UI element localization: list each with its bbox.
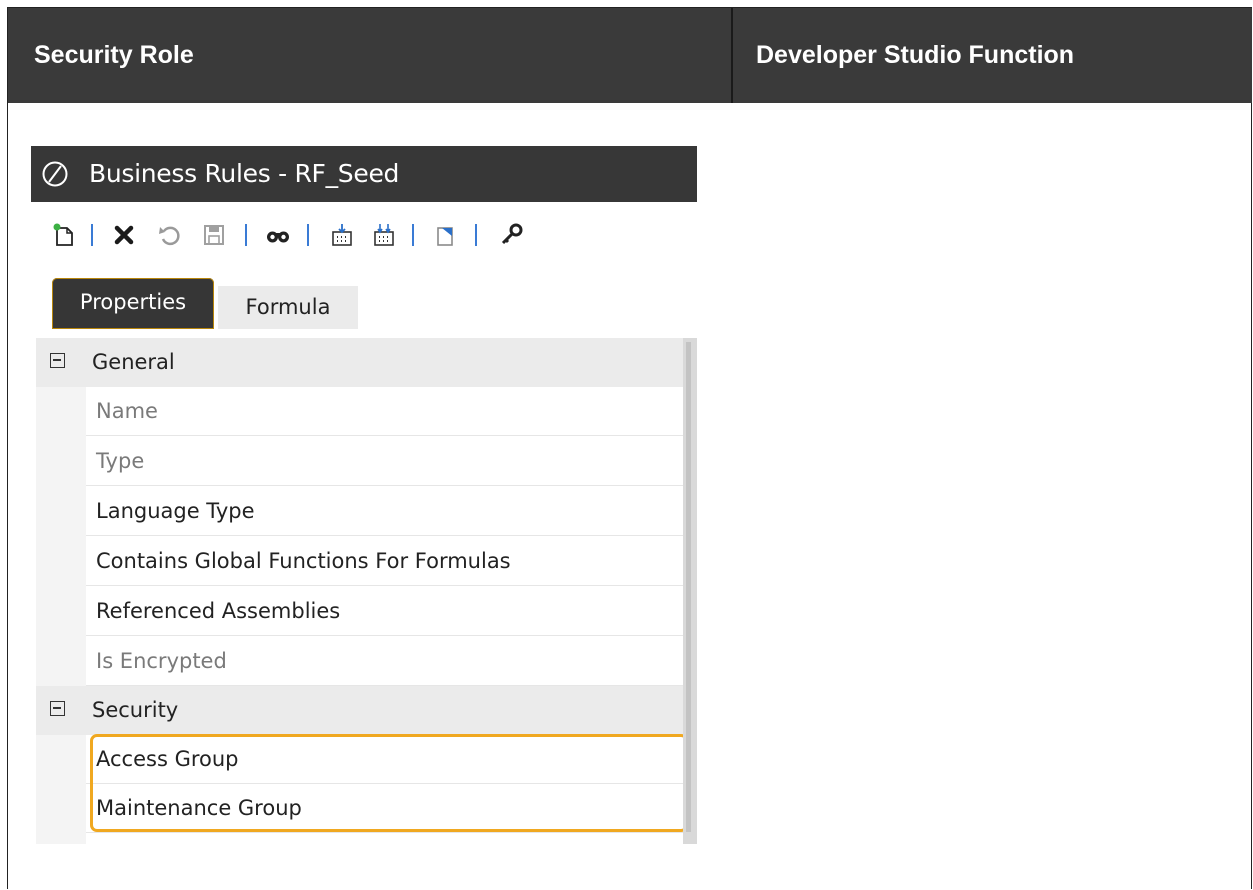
property-label: Type	[96, 449, 145, 473]
header-security-role: Security Role	[34, 41, 194, 69]
import-all-icon[interactable]	[371, 222, 397, 248]
property-row-name[interactable]: Name	[86, 387, 683, 436]
category-label: Security	[92, 698, 179, 722]
toolbar	[31, 202, 697, 267]
toolbar-separator	[475, 224, 477, 246]
property-row-maintenance-group[interactable]: Maintenance Group	[86, 784, 683, 833]
category-general[interactable]: General	[36, 338, 683, 387]
property-label: Language Type	[96, 499, 255, 523]
tab-formula[interactable]: Formula	[218, 286, 358, 329]
property-row-referenced-assemblies[interactable]: Referenced Assemblies	[86, 587, 683, 636]
onestream-logo-icon	[42, 161, 68, 187]
property-label: Referenced Assemblies	[96, 599, 341, 623]
copy-icon[interactable]	[433, 222, 459, 248]
tab-properties[interactable]: Properties	[52, 278, 214, 329]
toolbar-separator	[307, 224, 309, 246]
property-label: Is Encrypted	[96, 649, 227, 673]
property-row-access-group[interactable]: Access Group	[86, 735, 683, 784]
property-row-type[interactable]: Type	[86, 437, 683, 486]
key-icon[interactable]	[499, 222, 525, 248]
table-header: Security Role Developer Studio Function	[8, 8, 1252, 103]
property-grid: General Name Type Language Type Contains…	[36, 338, 697, 844]
property-label: Name	[96, 399, 158, 423]
grid-gutter	[36, 338, 86, 844]
tab-bar: Properties Formula	[31, 266, 697, 338]
import-icon[interactable]	[329, 222, 355, 248]
property-row-is-encrypted[interactable]: Is Encrypted	[86, 637, 683, 686]
property-row-global-functions[interactable]: Contains Global Functions For Formulas	[86, 537, 683, 586]
collapse-icon[interactable]	[50, 353, 65, 368]
category-security[interactable]: Security	[36, 686, 683, 735]
column-divider	[731, 8, 733, 103]
new-document-icon[interactable]	[51, 222, 77, 248]
property-row-language-type[interactable]: Language Type	[86, 487, 683, 536]
toolbar-separator	[91, 224, 93, 246]
window-titlebar: Business Rules - RF_Seed	[31, 146, 697, 202]
binoculars-search-icon[interactable]	[265, 222, 291, 248]
property-label: Maintenance Group	[96, 796, 302, 820]
property-label: Access Group	[96, 747, 239, 771]
header-developer-studio-function: Developer Studio Function	[756, 41, 1075, 69]
property-label: Contains Global Functions For Formulas	[96, 549, 511, 573]
toolbar-separator	[412, 224, 414, 246]
scrollbar-thumb[interactable]	[686, 342, 691, 832]
save-icon[interactable]	[201, 222, 227, 248]
window-title: Business Rules - RF_Seed	[89, 159, 400, 188]
business-rules-screenshot: Business Rules - RF_Seed Properties Form…	[31, 146, 697, 844]
category-label: General	[92, 350, 175, 374]
toolbar-separator	[245, 224, 247, 246]
delete-icon[interactable]	[111, 222, 137, 248]
collapse-icon[interactable]	[50, 701, 65, 716]
undo-icon[interactable]	[157, 222, 183, 248]
